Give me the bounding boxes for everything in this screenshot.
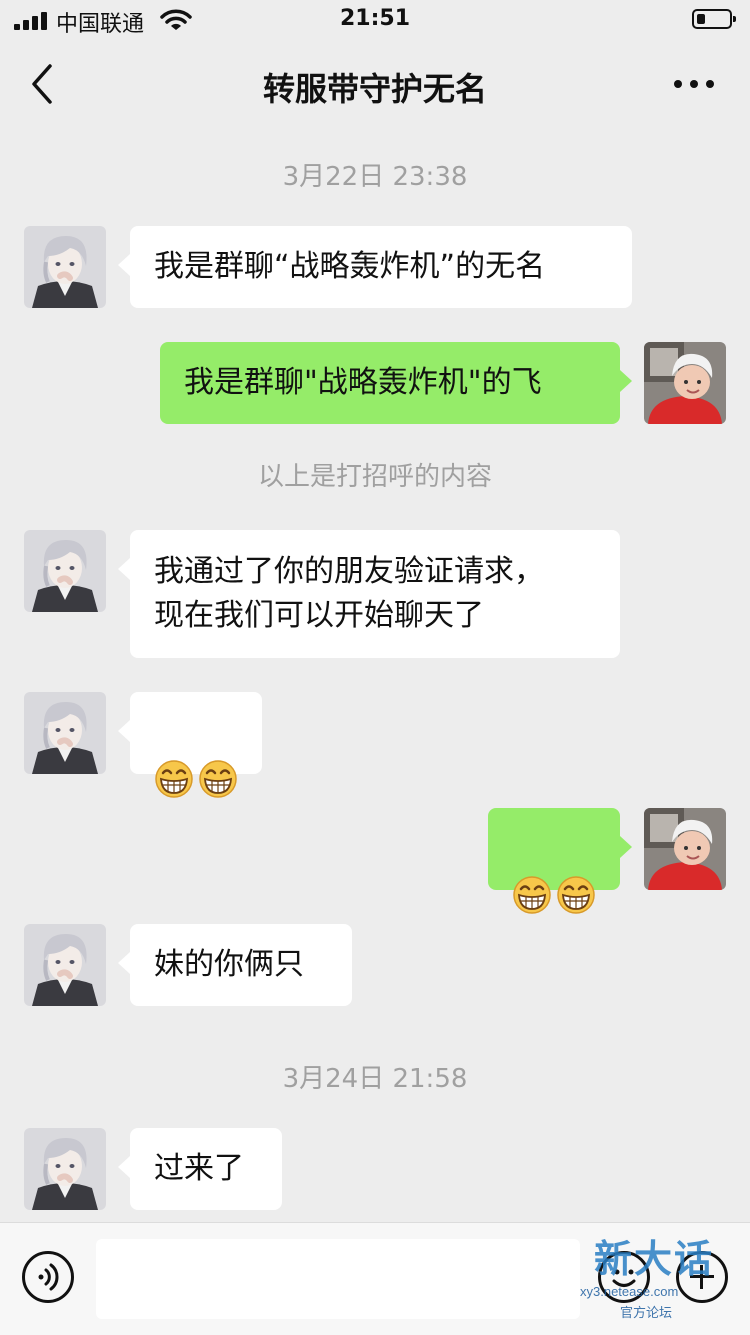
contact-avatar[interactable] bbox=[24, 924, 106, 1006]
message-bubble-incoming[interactable]: 过来了 bbox=[118, 1128, 282, 1210]
status-bar: 中国联通 21:51 bbox=[0, 0, 750, 40]
timestamp: 3月22日 23:38 bbox=[282, 162, 468, 192]
voice-icon bbox=[38, 1263, 59, 1291]
message-bubble-outgoing[interactable] bbox=[488, 808, 632, 914]
timestamp: 3月24日 21:58 bbox=[282, 1064, 468, 1094]
my-avatar[interactable] bbox=[644, 342, 726, 424]
message-bubble-incoming[interactable] bbox=[118, 692, 262, 798]
message-bubble-incoming[interactable]: 我通过了你的朋友验证请求， 现在我们可以开始聊天了 bbox=[118, 530, 620, 658]
nav-bar: 转服带守护无名 bbox=[0, 40, 750, 128]
chevron-left-icon bbox=[32, 64, 52, 104]
message-bubble-incoming[interactable]: 妹的你俩只 bbox=[118, 924, 352, 1006]
back-button[interactable] bbox=[20, 60, 64, 108]
message-bubble-incoming[interactable]: 我是群聊“战略轰炸机”的无名 bbox=[118, 226, 632, 308]
grin-emoji-icon bbox=[557, 875, 595, 914]
contact-avatar[interactable] bbox=[24, 1128, 106, 1210]
grin-emoji-icon bbox=[199, 759, 237, 798]
my-avatar[interactable] bbox=[644, 808, 726, 890]
system-message: 以上是打招呼的内容 bbox=[257, 462, 492, 492]
grin-emoji-icon bbox=[513, 875, 551, 914]
plus-button[interactable] bbox=[676, 1251, 728, 1303]
contact-avatar[interactable] bbox=[24, 226, 106, 308]
emoji-icon bbox=[612, 1269, 636, 1287]
more-button[interactable] bbox=[670, 76, 718, 92]
message-input[interactable] bbox=[96, 1239, 580, 1319]
message-bubble-outgoing[interactable]: 我是群聊"战略轰炸机"的飞 bbox=[160, 342, 632, 424]
battery-icon bbox=[692, 9, 736, 29]
input-bar bbox=[0, 1222, 750, 1335]
contact-avatar[interactable] bbox=[24, 692, 106, 774]
emoji-button[interactable] bbox=[598, 1251, 650, 1303]
voice-button[interactable] bbox=[22, 1251, 74, 1303]
chat-title: 转服带守护无名 bbox=[262, 70, 487, 108]
status-time: 21:51 bbox=[339, 6, 411, 31]
contact-avatar[interactable] bbox=[24, 530, 106, 612]
grin-emoji-icon bbox=[155, 759, 193, 798]
